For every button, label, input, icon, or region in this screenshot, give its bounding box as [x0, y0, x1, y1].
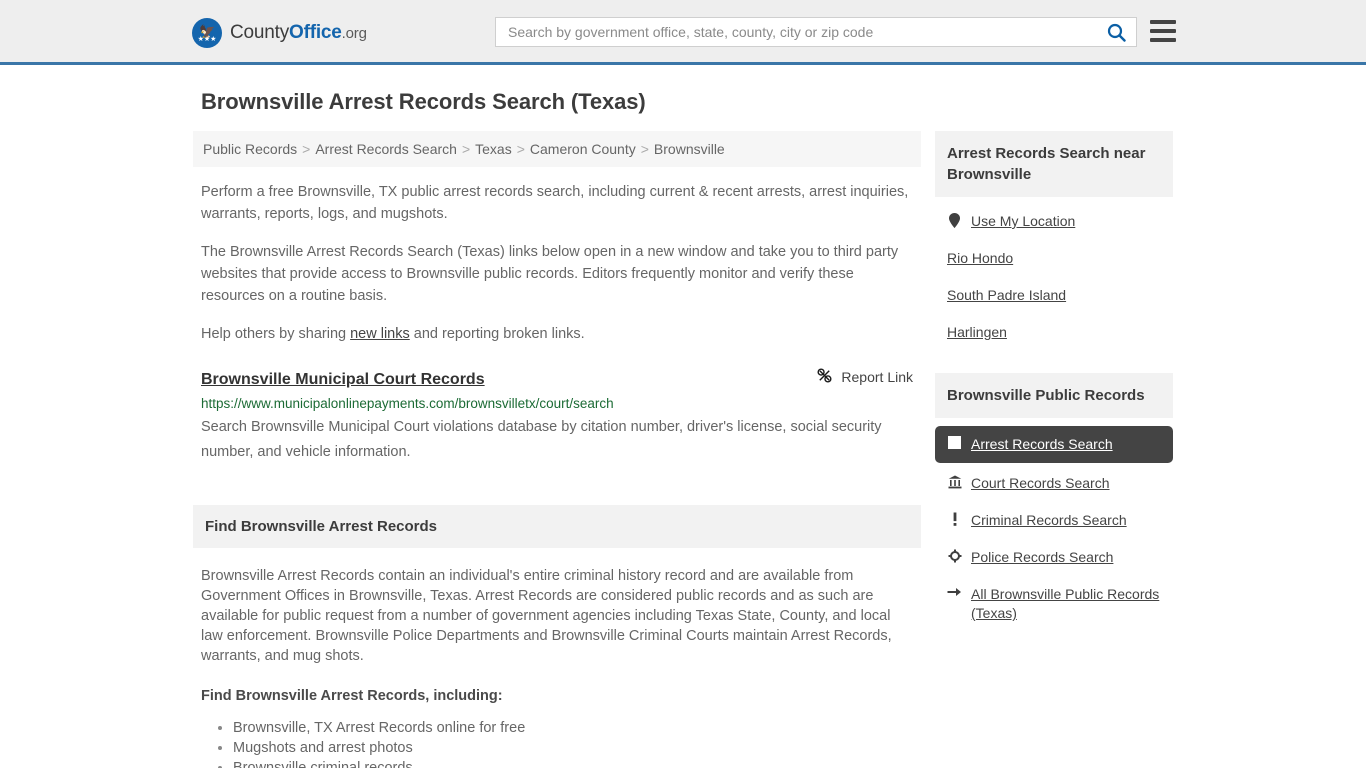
- courthouse-icon: [947, 475, 962, 489]
- sidebar-item-label[interactable]: Arrest Records Search: [971, 435, 1113, 454]
- search-button[interactable]: [1096, 18, 1136, 46]
- sidebar-item-label[interactable]: Police Records Search: [971, 548, 1113, 567]
- breadcrumb: Public Records > Arrest Records Search > Tex…: [193, 131, 921, 167]
- sidebar-item-use-my-location[interactable]: Use My Location: [935, 203, 1173, 240]
- find-records-section-body: Brownsville Arrest Records contain an in…: [193, 566, 921, 768]
- hamburger-menu-icon[interactable]: [1150, 20, 1176, 42]
- logo-text-org: .org: [341, 25, 367, 42]
- sidebar-item-label[interactable]: Use My Location: [971, 212, 1075, 231]
- list-item: Brownsville, TX Arrest Records online fo…: [233, 718, 913, 738]
- sidebar-item-south-padre-island[interactable]: South Padre Island: [935, 277, 1173, 314]
- result-title-link[interactable]: Brownsville Municipal Court Records: [201, 371, 485, 389]
- sidebar: Arrest Records Search near Brownsville U…: [935, 131, 1173, 768]
- hamburger-bar: [1150, 38, 1176, 42]
- sidebar-item-label[interactable]: Court Records Search: [971, 474, 1110, 493]
- map-pin-icon: [947, 213, 962, 228]
- main-column: Public Records > Arrest Records Search > Tex…: [193, 131, 921, 768]
- find-records-subheading: Find Brownsville Arrest Records, includi…: [201, 688, 503, 704]
- content-container: Brownsville Arrest Records Search (Texas…: [193, 65, 1173, 768]
- public-records-list: Arrest Records Search Court Records Sear…: [935, 418, 1173, 632]
- header-inner: 🦅 ★★★ CountyOffice.org: [0, 0, 1366, 62]
- breadcrumb-item-cameron-county[interactable]: Cameron County: [530, 141, 636, 157]
- logo-text-office: Office: [289, 22, 342, 43]
- sidebar-item-arrest-records-search[interactable]: Arrest Records Search: [935, 426, 1173, 463]
- sidebar-item-label[interactable]: Criminal Records Search: [971, 511, 1127, 530]
- sidebar-item-label[interactable]: South Padre Island: [947, 286, 1066, 305]
- breadcrumb-item-arrest-records-search[interactable]: Arrest Records Search: [315, 141, 457, 157]
- nearby-search-list: Use My Location Rio Hondo South Padre Is…: [935, 197, 1173, 351]
- breadcrumb-separator: >: [461, 141, 471, 157]
- new-links-link[interactable]: new links: [350, 326, 410, 342]
- breadcrumb-item-public-records[interactable]: Public Records: [203, 141, 297, 157]
- list-item: Mugshots and arrest photos: [233, 738, 913, 758]
- sidebar-item-criminal-records-search[interactable]: Criminal Records Search: [935, 502, 1173, 539]
- sidebar-item-all-public-records[interactable]: All Brownsville Public Records (Texas): [935, 576, 1173, 632]
- site-header: 🦅 ★★★ CountyOffice.org: [0, 0, 1366, 65]
- page-body: Brownsville Arrest Records Search (Texas…: [0, 65, 1366, 768]
- result-header-row: Brownsville Municipal Court Records Repo…: [201, 367, 913, 389]
- exclamation-icon: [947, 512, 962, 526]
- sidebar-item-label[interactable]: All Brownsville Public Records (Texas): [971, 585, 1161, 623]
- search-input[interactable]: [496, 18, 1096, 46]
- sidebar-item-label[interactable]: Rio Hondo: [947, 249, 1013, 268]
- white-square-icon: [947, 436, 962, 449]
- eagle-stars-emblem-icon: 🦅 ★★★: [192, 18, 222, 48]
- report-link-label: Report Link: [841, 369, 913, 385]
- breadcrumb-item-texas[interactable]: Texas: [475, 141, 512, 157]
- find-records-bullet-list: Brownsville, TX Arrest Records online fo…: [201, 718, 913, 768]
- broken-link-icon: [816, 367, 833, 387]
- public-records-box: Brownsville Public Records Arrest Record…: [935, 373, 1173, 632]
- site-logo[interactable]: 🦅 ★★★ CountyOffice.org: [192, 18, 367, 48]
- sidebar-item-police-records-search[interactable]: Police Records Search: [935, 539, 1173, 576]
- breadcrumb-separator: >: [640, 141, 649, 157]
- public-records-header: Brownsville Public Records: [935, 373, 1173, 418]
- hamburger-bar: [1150, 20, 1176, 24]
- share-text-before: Help others by sharing: [201, 326, 351, 342]
- hamburger-bar: [1150, 29, 1176, 33]
- result-item: Brownsville Municipal Court Records Repo…: [193, 367, 921, 465]
- search-icon: [1107, 23, 1126, 42]
- nearby-search-header: Arrest Records Search near Brownsville: [935, 131, 1173, 197]
- sidebar-item-label[interactable]: Harlingen: [947, 323, 1007, 342]
- intro-text: Perform a free Brownsville, TX public ar…: [193, 181, 921, 345]
- find-records-section-header: Find Brownsville Arrest Records: [193, 505, 921, 548]
- search-bar[interactable]: [495, 17, 1137, 47]
- sidebar-item-court-records-search[interactable]: Court Records Search: [935, 465, 1173, 502]
- police-badge-icon: [947, 549, 962, 563]
- breadcrumb-separator: >: [302, 141, 311, 157]
- report-link-button[interactable]: Report Link: [816, 367, 913, 387]
- result-url: https://www.municipalonlinepayments.com/…: [201, 396, 614, 411]
- result-description: Search Brownsville Municipal Court viola…: [201, 419, 882, 460]
- breadcrumb-item-brownsville[interactable]: Brownsville: [654, 141, 725, 157]
- intro-paragraph-2: The Brownsville Arrest Records Search (T…: [201, 244, 899, 304]
- share-text-after: and reporting broken links.: [409, 326, 585, 342]
- nearby-search-box: Arrest Records Search near Brownsville U…: [935, 131, 1173, 351]
- two-column-layout: Public Records > Arrest Records Search > Tex…: [193, 131, 1173, 768]
- page-title: Brownsville Arrest Records Search (Texas…: [201, 89, 646, 114]
- logo-wordmark: CountyOffice.org: [230, 22, 367, 44]
- logo-text-county: County: [230, 22, 290, 43]
- intro-paragraph-3: Help others by sharing new links and rep…: [193, 323, 921, 345]
- list-item: Brownsville criminal records: [233, 758, 913, 768]
- intro-paragraph-1: Perform a free Brownsville, TX public ar…: [201, 184, 909, 222]
- sidebar-item-rio-hondo[interactable]: Rio Hondo: [935, 240, 1173, 277]
- breadcrumb-separator: >: [516, 141, 525, 157]
- arrow-right-icon: [947, 586, 962, 598]
- find-records-paragraph: Brownsville Arrest Records contain an in…: [201, 568, 892, 664]
- sidebar-item-harlingen[interactable]: Harlingen: [935, 314, 1173, 351]
